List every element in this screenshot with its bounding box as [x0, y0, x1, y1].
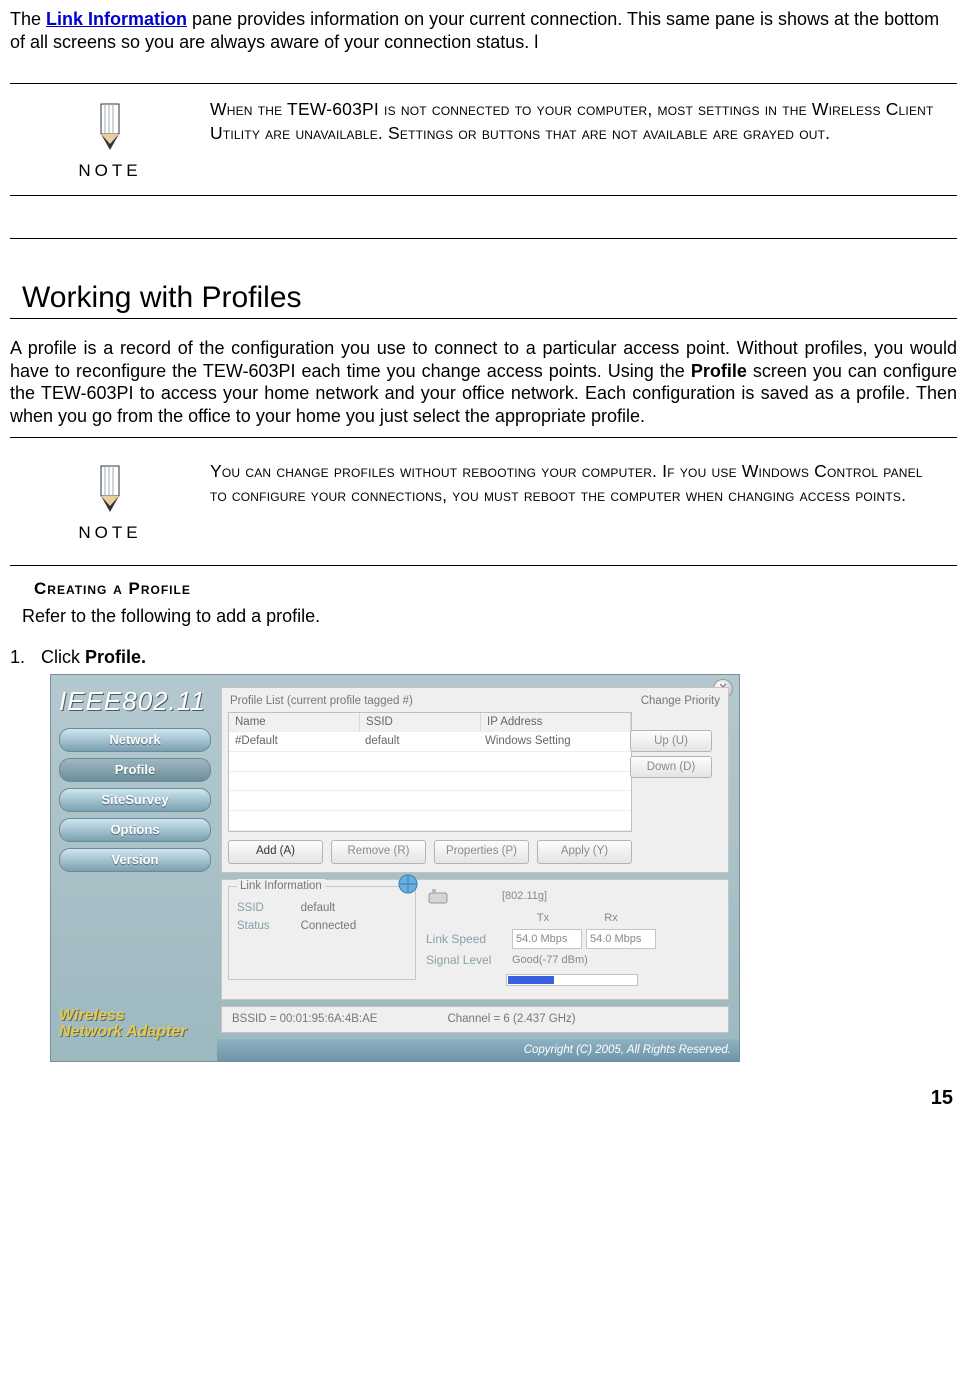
ssid-label: SSID [237, 901, 291, 915]
table-row[interactable] [229, 752, 631, 772]
table-row[interactable] [229, 772, 631, 792]
profile-list-label: Profile List (current profile tagged #) [230, 694, 413, 708]
profile-table[interactable]: Name SSID IP Address #Default default Wi… [228, 712, 632, 832]
wireless-network-adapter-label: WirelessNetwork Adapter [59, 1008, 211, 1042]
step-1: 1. Click Profile. [10, 646, 957, 669]
down-button[interactable]: Down (D) [630, 756, 712, 778]
copyright-bar: Copyright (C) 2005, All Rights Reserved. [217, 1039, 739, 1061]
rx-value [586, 929, 656, 949]
properties-button[interactable]: Properties (P) [434, 840, 529, 864]
profiles-paragraph: A profile is a record of the configurati… [10, 337, 957, 427]
sub-intro: Refer to the following to add a profile. [22, 605, 957, 628]
add-button[interactable]: Add (A) [228, 840, 323, 864]
col-name[interactable]: Name [229, 713, 360, 732]
creating-profile-heading: Creating a Profile [34, 578, 957, 599]
signal-bar [506, 974, 638, 986]
note-label: NOTE [10, 522, 210, 543]
remove-button[interactable]: Remove (R) [331, 840, 426, 864]
nav-options[interactable]: Options [59, 818, 211, 842]
up-button[interactable]: Up (U) [630, 730, 712, 752]
note-text: When the TEW-603PI is not connected to y… [210, 98, 957, 145]
sidebar: IEEE802.11 Network Profile SiteSurvey Op… [51, 675, 217, 1061]
signal-level-label: Signal Level [426, 953, 506, 968]
ssid-value: default [301, 902, 336, 914]
change-priority-label: Change Priority [641, 694, 720, 708]
section-heading: Working with Profiles [22, 279, 957, 317]
table-row[interactable] [229, 811, 631, 831]
link-info-legend: Link Information [237, 879, 325, 893]
intro-paragraph: The Link Information pane provides infor… [10, 8, 957, 53]
status-bar: BSSID = 00:01:95:6A:4B:AE Channel = 6 (2… [221, 1006, 729, 1032]
note-label: NOTE [10, 160, 210, 181]
table-row[interactable]: #Default default Windows Setting [229, 732, 631, 752]
nav-version[interactable]: Version [59, 848, 211, 872]
apply-button[interactable]: Apply (Y) [537, 840, 632, 864]
pencil-note-icon [87, 498, 133, 518]
nav-profile[interactable]: Profile [59, 758, 211, 782]
bssid-value: BSSID = 00:01:95:6A:4B:AE [232, 1012, 377, 1026]
mode-tag: [802.11g] [502, 890, 547, 904]
logo: IEEE802.11 [59, 685, 211, 718]
nav-network[interactable]: Network [59, 728, 211, 752]
rx-label: Rx [580, 912, 642, 926]
divider [10, 195, 957, 196]
status-label: Status [237, 919, 291, 933]
profile-list-panel: Profile List (current profile tagged #) … [221, 687, 729, 872]
wireless-utility-window: ✕ IEEE802.11 Network Profile SiteSurvey … [50, 674, 740, 1062]
tx-label: Tx [512, 912, 574, 926]
channel-value: Channel = 6 (2.437 GHz) [447, 1012, 575, 1026]
note-text: You can change profiles without rebootin… [210, 460, 957, 507]
page-number: 15 [10, 1086, 957, 1111]
globe-icon [395, 873, 421, 895]
link-speed-label: Link Speed [426, 932, 506, 947]
divider [10, 565, 957, 566]
signal-level-value: Good(-77 dBm) [512, 954, 588, 968]
tx-value [512, 929, 582, 949]
nav-sitesurvey[interactable]: SiteSurvey [59, 788, 211, 812]
status-value: Connected [301, 920, 357, 932]
col-ip[interactable]: IP Address [481, 713, 631, 732]
divider [10, 238, 957, 239]
link-information-panel: Link Information SSID default Status Con… [221, 879, 729, 1001]
adapter-icon [426, 886, 452, 908]
divider [10, 318, 957, 319]
table-row[interactable] [229, 791, 631, 811]
note-block-2: NOTE You can change profiles without reb… [10, 438, 957, 565]
link-information-link[interactable]: Link Information [46, 9, 187, 29]
note-block-1: NOTE When the TEW-603PI is not connected… [10, 84, 957, 195]
col-ssid[interactable]: SSID [360, 713, 481, 732]
pencil-note-icon [87, 136, 133, 156]
